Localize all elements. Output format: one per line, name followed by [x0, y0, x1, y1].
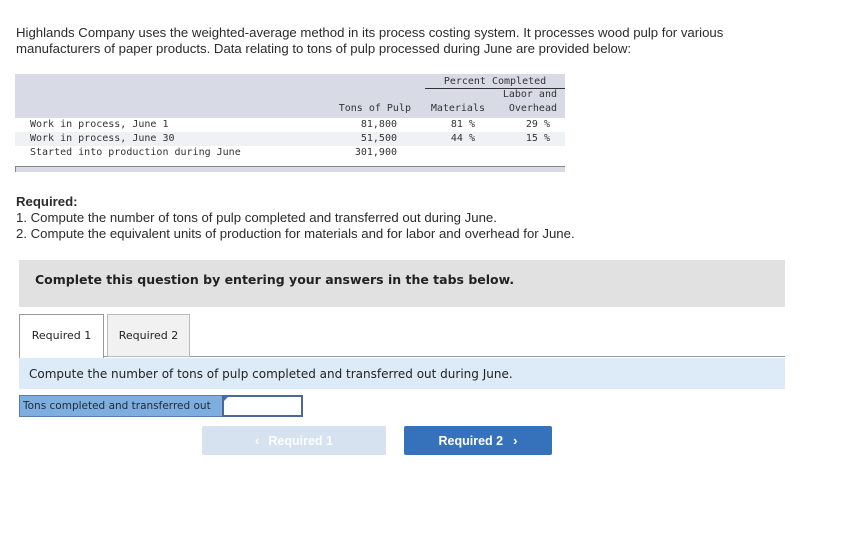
labor-overhead-header-line2: Overhead	[508, 103, 557, 114]
tons-completed-label: Tons completed and transferred out	[19, 395, 222, 417]
question-prompt: Compute the number of tons of pulp compl…	[19, 358, 785, 389]
required-title: Required:	[16, 194, 78, 209]
required-item-2: 2. Compute the equivalent units of produ…	[16, 226, 575, 241]
row-tons: 51,500	[360, 133, 397, 144]
row-materials: 44 %	[450, 133, 475, 144]
tab-required-1[interactable]: Required 1	[19, 314, 104, 358]
table-row: Work in process, June 30 51,500 44 % 15 …	[15, 132, 565, 146]
pulp-data-table: Percent Completed Tons of Pulp Materials…	[15, 74, 565, 172]
row-label: Work in process, June 30	[30, 133, 175, 144]
required-section: Required: 1. Compute the number of tons …	[16, 194, 575, 242]
chevron-left-icon: ‹	[255, 433, 260, 448]
next-button-label: Required 2	[438, 434, 504, 448]
percent-completed-header: Percent Completed	[425, 76, 565, 89]
materials-header: Materials	[430, 103, 485, 114]
tab-required-2[interactable]: Required 2	[107, 314, 190, 357]
required-item-1: 1. Compute the number of tons of pulp co…	[16, 210, 497, 225]
row-tons: 301,900	[354, 147, 397, 158]
row-label: Started into production during June	[30, 147, 241, 158]
row-labor-overhead: 15 %	[525, 133, 550, 144]
tons-completed-input[interactable]	[222, 395, 303, 417]
chevron-right-icon: ›	[513, 433, 518, 448]
table-row: Started into production during June 301,…	[15, 146, 565, 160]
next-required-2-button[interactable]: Required 2 ›	[404, 426, 552, 455]
prev-required-1-button[interactable]: ‹ Required 1	[202, 426, 386, 455]
row-labor-overhead: 29 %	[525, 119, 550, 130]
table-footer-bar	[15, 166, 565, 172]
tons-of-pulp-header: Tons of Pulp	[338, 103, 411, 114]
intro-text: Highlands Company uses the weighted-aver…	[16, 25, 724, 56]
input-corner-marker-icon	[224, 397, 228, 401]
row-materials: 81 %	[450, 119, 475, 130]
prev-button-label: Required 1	[268, 434, 333, 448]
row-tons: 81,800	[360, 119, 397, 130]
row-label: Work in process, June 1	[30, 119, 169, 130]
table-row: Work in process, June 1 81,800 81 % 29 %	[15, 118, 565, 132]
instruction-banner: Complete this question by entering your …	[19, 260, 785, 307]
table-header: Percent Completed Tons of Pulp Materials…	[15, 74, 565, 118]
tab-bar: Required 1 Required 2	[19, 314, 785, 358]
labor-overhead-header-line1: Labor and	[502, 89, 557, 100]
